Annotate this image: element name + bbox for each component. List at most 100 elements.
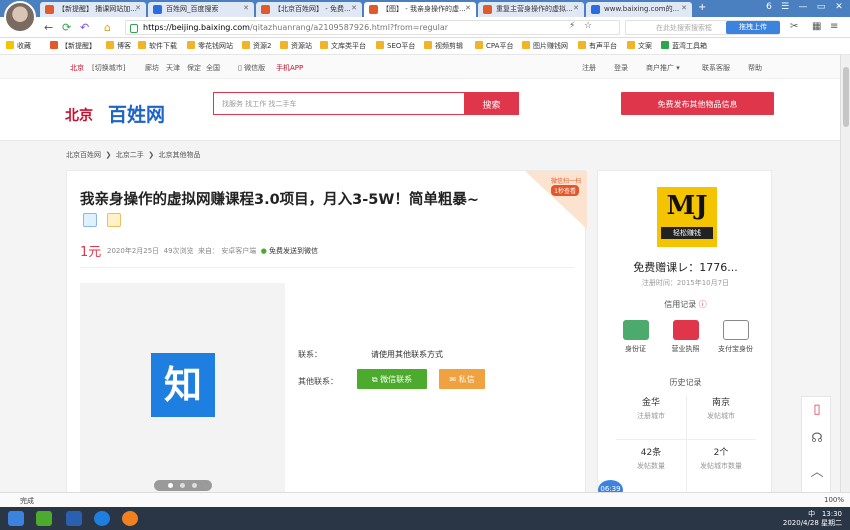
close-icon[interactable]: ✕ bbox=[465, 4, 471, 12]
history-item: 42条 发帖数量 bbox=[637, 448, 665, 470]
bookmark-item[interactable]: 博客 bbox=[106, 41, 131, 51]
post-listing-button[interactable]: 免费发布其他物品信息 bbox=[621, 92, 774, 115]
minimize-button[interactable]: — bbox=[796, 2, 810, 14]
menu-icon[interactable]: ☰ bbox=[778, 2, 792, 14]
logo-city[interactable]: 北京 bbox=[65, 105, 93, 125]
bookmark-item[interactable]: 软件下载 bbox=[138, 41, 177, 51]
zoom-level[interactable]: 100% bbox=[824, 496, 844, 504]
credit-title: 信用记录 ⓘ bbox=[664, 300, 707, 309]
scrollbar-thumb[interactable] bbox=[843, 67, 849, 127]
bookmark-item[interactable]: 视频剪辑 bbox=[424, 41, 463, 51]
chevron-up-icon[interactable]: ︿ bbox=[809, 461, 825, 480]
close-icon[interactable]: ✕ bbox=[573, 4, 579, 12]
word-app-icon[interactable] bbox=[66, 511, 82, 526]
city-link[interactable]: 天津 bbox=[166, 63, 180, 73]
browser-app-icon[interactable] bbox=[94, 511, 110, 526]
browser-tab[interactable]: 重复主营身操作的虚拟... ✕ bbox=[478, 2, 584, 17]
bookmark-item[interactable]: 资源2 bbox=[242, 41, 271, 51]
start-icon[interactable] bbox=[8, 511, 24, 526]
browser-tab[interactable]: 【新提醒】 播课网站加... ✕ bbox=[40, 2, 146, 17]
close-icon[interactable]: ✕ bbox=[135, 4, 141, 12]
scissors-icon[interactable]: ✂ bbox=[790, 21, 798, 32]
breadcrumb-link[interactable]: 北京百姓网 bbox=[66, 151, 101, 159]
browser-tab[interactable]: 百姓网_百度搜索 ✕ bbox=[148, 2, 254, 17]
upload-button[interactable]: 拖拽上传 bbox=[726, 21, 780, 34]
private-message-button[interactable]: ✉ 私信 bbox=[439, 369, 485, 389]
logo-brand[interactable]: 百姓网 bbox=[108, 100, 165, 127]
merchant-link[interactable]: 商户推广 ▾ bbox=[646, 63, 680, 73]
tab-favicon-icon bbox=[591, 5, 600, 14]
wechat-scan-badge[interactable]: 微信扫一扫 1秒查看 bbox=[525, 171, 587, 229]
contact-label: 联系： bbox=[298, 350, 322, 359]
taskbar: 中 13:30 2020/4/28 星期二 bbox=[0, 507, 850, 530]
login-link[interactable]: 登录 bbox=[614, 63, 628, 73]
avatar[interactable] bbox=[4, 1, 36, 33]
bookmark-item[interactable]: SEO平台 bbox=[376, 41, 415, 51]
more-icon[interactable]: ≡ bbox=[830, 21, 838, 32]
mobile-app-link[interactable]: 手机APP bbox=[276, 63, 303, 73]
status-bar: 完成 100% bbox=[0, 492, 850, 507]
phone-icon[interactable]: ▯ bbox=[809, 402, 825, 418]
new-tab-button[interactable]: + bbox=[698, 2, 706, 13]
headset-icon[interactable]: ☊ bbox=[809, 431, 825, 447]
bookmark-item[interactable]: 文案 bbox=[627, 41, 652, 51]
refresh-icon[interactable]: ⟳ bbox=[62, 21, 71, 34]
listing-card: 我亲身操作的虚拟网赚课程3.0项目，月入3-5W！简单粗暴~ 微信扫一扫 1秒查… bbox=[66, 170, 587, 492]
tab-favicon-icon bbox=[261, 5, 270, 14]
bookmark-item[interactable]: 零花钱网站 bbox=[187, 41, 233, 51]
back-icon[interactable]: ← bbox=[44, 21, 53, 34]
url-field[interactable]: https://beijing.baixing.com/qitazhuanran… bbox=[125, 20, 620, 35]
media-app-icon[interactable] bbox=[122, 511, 138, 526]
bookmark-item[interactable]: 蓝湾工具箱 bbox=[661, 41, 707, 51]
scrollbar[interactable] bbox=[840, 55, 850, 492]
support-link[interactable]: 联系客服 bbox=[702, 63, 730, 73]
listing-image[interactable]: 知 bbox=[151, 353, 215, 417]
breadcrumb: 北京百姓网 ❯ 北京二手 ❯ 北京其他物品 bbox=[66, 151, 201, 159]
close-window-button[interactable]: ✕ bbox=[832, 2, 846, 14]
bookmark-item[interactable]: 收藏 bbox=[6, 41, 31, 51]
maximize-button[interactable]: ▭ bbox=[814, 2, 828, 14]
grid-icon[interactable]: ▦ bbox=[812, 21, 821, 32]
bookmark-item[interactable]: 文库类平台 bbox=[320, 41, 366, 51]
wechat-contact-button[interactable]: ⧉ 微信联系 bbox=[357, 369, 427, 389]
bookmark-item[interactable]: 图片赚钱网 bbox=[522, 41, 568, 51]
browser-tab[interactable]: 【北京百姓网】 - 免费... ✕ bbox=[256, 2, 362, 17]
close-icon[interactable]: ✕ bbox=[243, 4, 249, 12]
seller-logo[interactable]: MJ 轻松赚钱 bbox=[657, 187, 717, 247]
wechat-send-link[interactable]: ● 免费发送到微信 bbox=[261, 247, 318, 255]
floating-toolbar: ▯ ☊ ︿ ▭ bbox=[801, 396, 831, 492]
breadcrumb-link[interactable]: 北京二手 bbox=[116, 151, 144, 159]
gallery-pager[interactable] bbox=[154, 480, 212, 491]
contact-value: 请使用其他联系方式 bbox=[371, 350, 443, 359]
site-search-input[interactable]: 找服务 找工作 找二手车 bbox=[213, 92, 465, 115]
home-icon[interactable]: ⌂ bbox=[104, 21, 111, 34]
wechat-app-icon[interactable] bbox=[36, 511, 52, 526]
bookmark-item[interactable]: 资源站 bbox=[280, 41, 312, 51]
star-icon[interactable]: ☆ bbox=[584, 21, 592, 31]
city-link[interactable]: 全国 bbox=[206, 63, 220, 73]
switch-city-link[interactable]: [切换城市] bbox=[92, 63, 125, 73]
system-tray[interactable]: 中 13:30 2020/4/28 星期二 bbox=[783, 510, 842, 528]
image-gallery[interactable]: 知 bbox=[80, 283, 285, 492]
help-link[interactable]: 帮助 bbox=[748, 63, 762, 73]
bookmark-item[interactable]: 【新提醒】 bbox=[50, 41, 96, 51]
register-link[interactable]: 注册 bbox=[582, 63, 596, 73]
breadcrumb-link[interactable]: 北京其他物品 bbox=[159, 151, 201, 159]
bookmark-item[interactable]: CPA平台 bbox=[475, 41, 513, 51]
wechat-version-link[interactable]: ▯ 微信版 bbox=[238, 63, 265, 73]
close-icon[interactable]: ✕ bbox=[351, 4, 357, 12]
bookmark-item[interactable]: 有声平台 bbox=[578, 41, 617, 51]
lightning-icon[interactable]: ⚡ bbox=[569, 21, 575, 31]
city-link[interactable]: 廊坊 bbox=[145, 63, 159, 73]
undo-icon[interactable]: ↶ bbox=[80, 21, 89, 34]
history-title: 历史记录 bbox=[669, 378, 702, 387]
window-badge[interactable]: 6 bbox=[762, 2, 776, 14]
browser-tab-active[interactable]: 【图】 - 我亲身操作的虚... ✕ bbox=[364, 2, 476, 17]
close-icon[interactable]: ✕ bbox=[681, 4, 687, 12]
seller-name[interactable]: 免费赠课レ：1776... bbox=[598, 259, 773, 275]
address-bar-row: ← ⟳ ↶ ⌂ https://beijing.baixing.com/qita… bbox=[0, 17, 850, 38]
info-icon: ⓘ bbox=[698, 300, 707, 309]
browser-tab[interactable]: www.baixing.com的... ✕ bbox=[586, 2, 692, 17]
city-link[interactable]: 保定 bbox=[187, 63, 201, 73]
site-search-button[interactable]: 搜索 bbox=[464, 92, 519, 115]
